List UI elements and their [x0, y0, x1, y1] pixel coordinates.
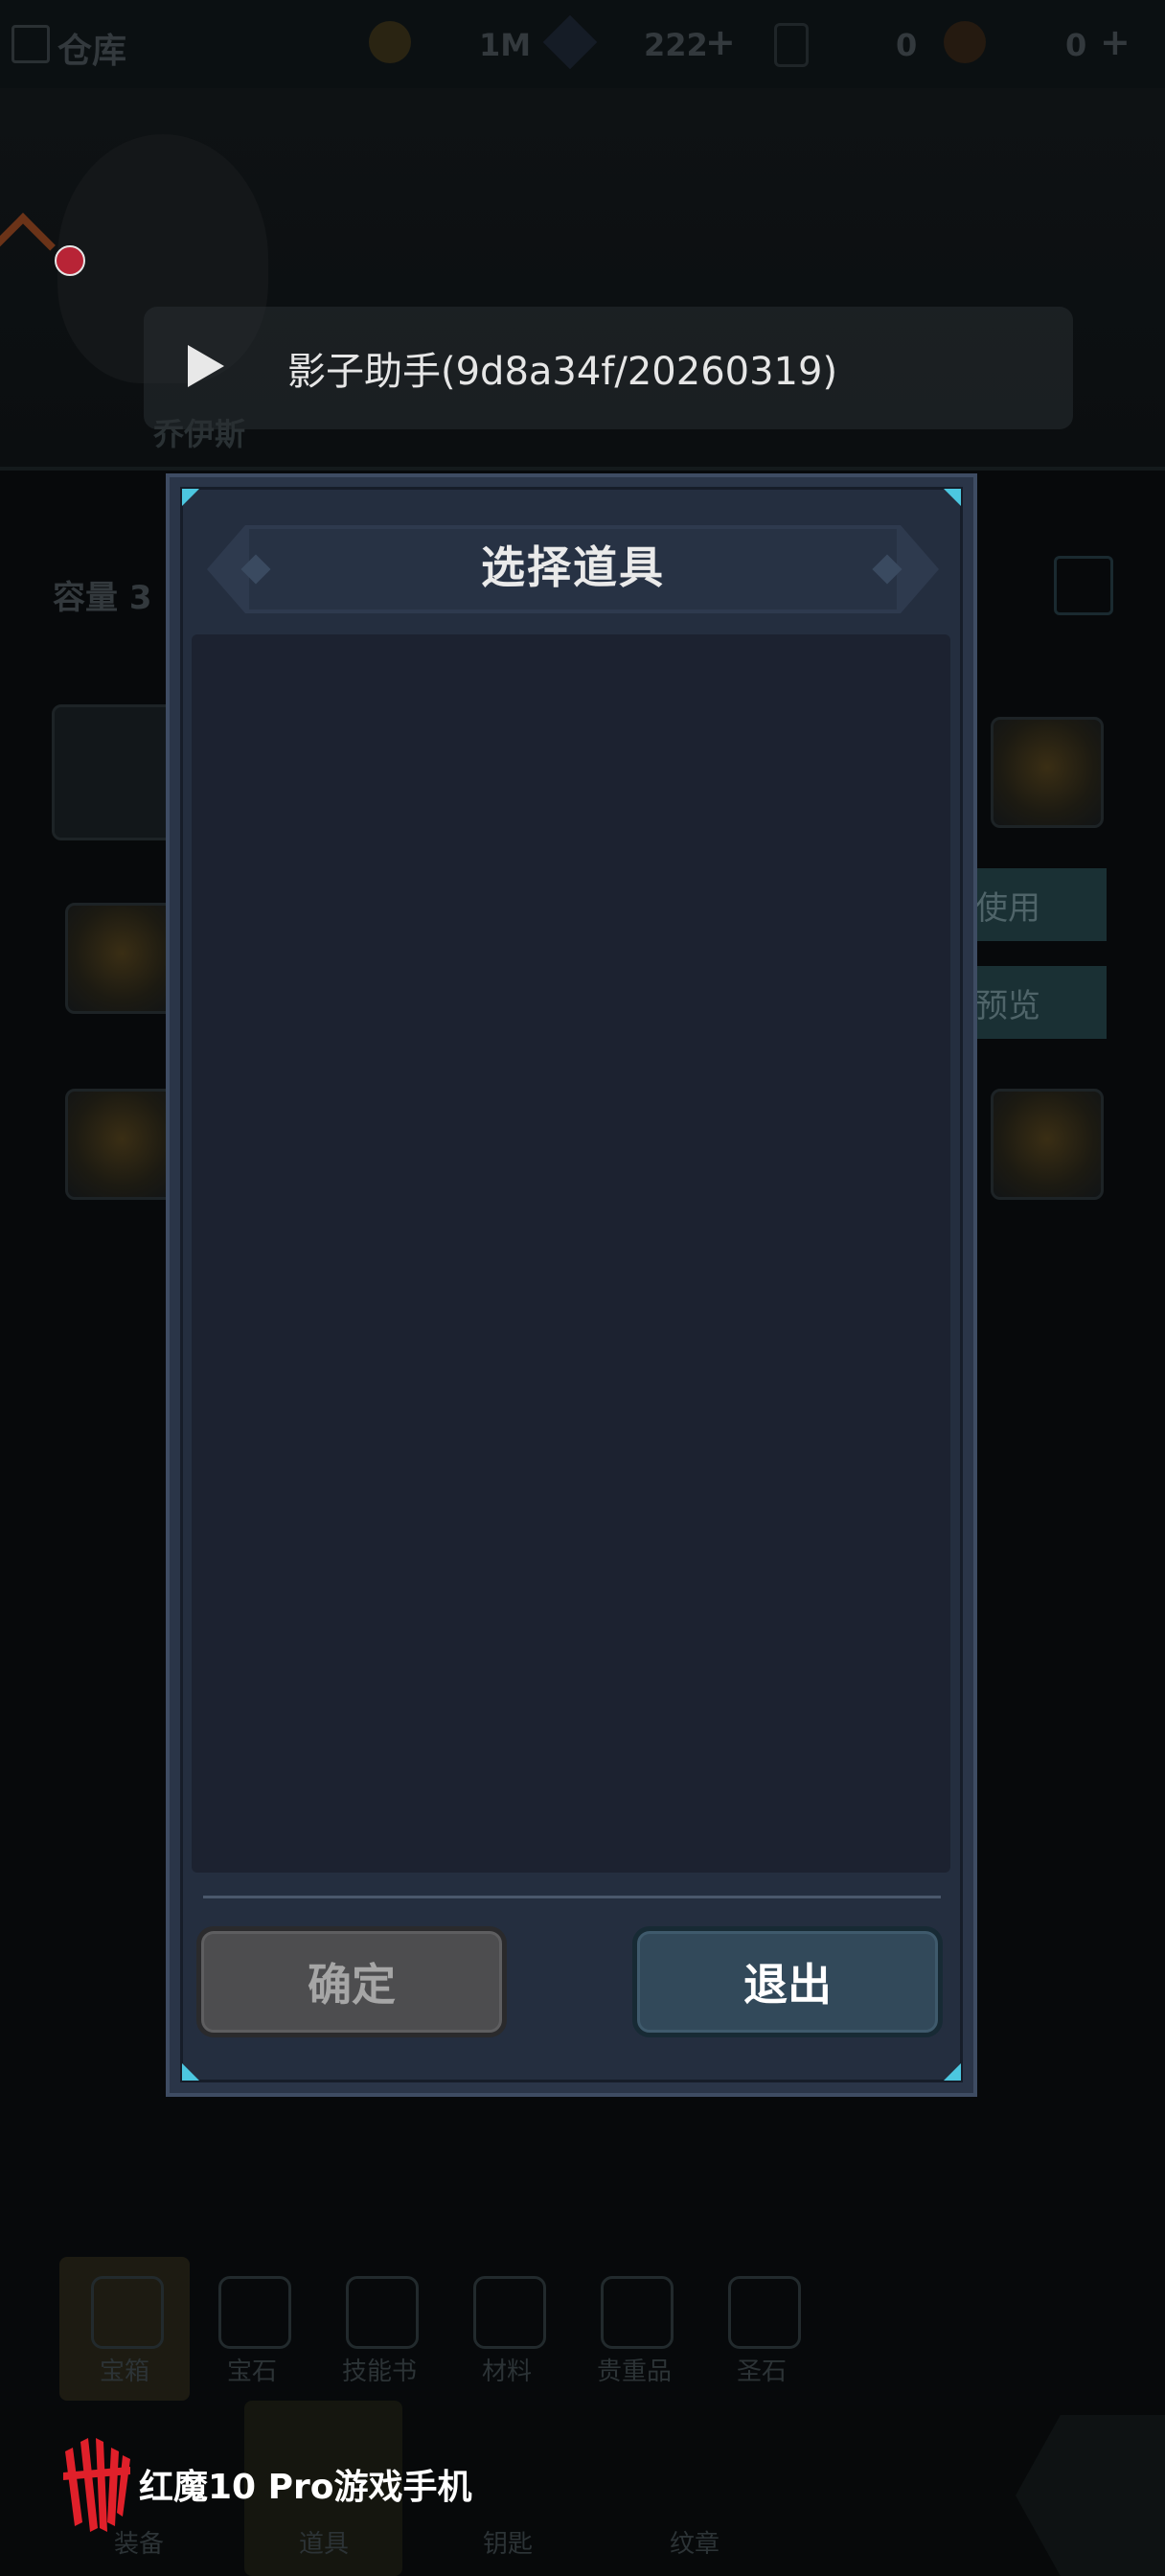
tab-chest-label: 宝箱	[99, 2358, 149, 2386]
watermark-label: 红魔10 Pro游戏手机	[139, 2468, 472, 2507]
preview-button[interactable]: 预览	[958, 966, 1107, 1039]
use-button[interactable]: 使用	[958, 868, 1107, 941]
currency-4-value: 0	[1065, 27, 1087, 63]
item-tile[interactable]	[991, 717, 1104, 828]
tab-gem-icon[interactable]	[218, 2276, 291, 2349]
tab-gem-label: 宝石	[226, 2358, 277, 2386]
exit-button[interactable]: 退出	[632, 1926, 943, 2037]
assistant-label: 影子助手(9d8a34f/20260319)	[287, 350, 838, 394]
currency-1-value: 1M	[479, 27, 532, 63]
selected-item-tile[interactable]	[52, 704, 182, 840]
coin-icon	[369, 21, 411, 63]
dialog-divider	[203, 1896, 941, 1898]
item-tile[interactable]	[991, 1089, 1104, 1200]
currency-3-value: 0	[896, 27, 918, 63]
token-icon	[944, 21, 986, 63]
play-icon[interactable]	[188, 345, 224, 387]
bottom-tab-items[interactable]: 道具	[266, 2524, 381, 2560]
bottom-tab-emblem[interactable]: 纹章	[637, 2524, 752, 2560]
redmagic-logo-icon	[63, 2438, 130, 2532]
warehouse-icon	[11, 25, 50, 63]
banner-divider	[0, 467, 1165, 471]
item-tile[interactable]	[65, 1089, 178, 1200]
tab-material-icon[interactable]	[473, 2276, 546, 2349]
tab-holystone-icon[interactable]	[728, 2276, 801, 2349]
add-currency-4-icon[interactable]: +	[1100, 21, 1131, 63]
tab-chest-icon[interactable]	[91, 2276, 164, 2349]
capacity-label: 容量 3	[53, 579, 152, 617]
confirm-button[interactable]: 确定	[196, 1926, 507, 2037]
tab-valuables-icon[interactable]	[601, 2276, 674, 2349]
notification-dot	[55, 245, 85, 276]
grid-view-icon[interactable]	[1054, 556, 1113, 615]
dialog-title: 选择道具	[481, 541, 665, 593]
tab-holystone-label: 圣石	[736, 2358, 787, 2386]
currency-2-value: 222	[644, 27, 708, 63]
tab-skillbook-icon[interactable]	[346, 2276, 419, 2349]
tab-valuables-label: 贵重品	[596, 2358, 672, 2386]
stamina-icon	[774, 23, 809, 67]
add-currency-2-icon[interactable]: +	[705, 21, 736, 63]
tab-material-label: 材料	[481, 2358, 532, 2386]
screen-title: 仓库	[57, 32, 127, 71]
item-tile[interactable]	[65, 903, 178, 1014]
item-list[interactable]	[192, 634, 950, 1873]
bottom-tab-keys[interactable]: 钥匙	[450, 2524, 565, 2560]
tab-skillbook-label: 技能书	[341, 2358, 417, 2386]
